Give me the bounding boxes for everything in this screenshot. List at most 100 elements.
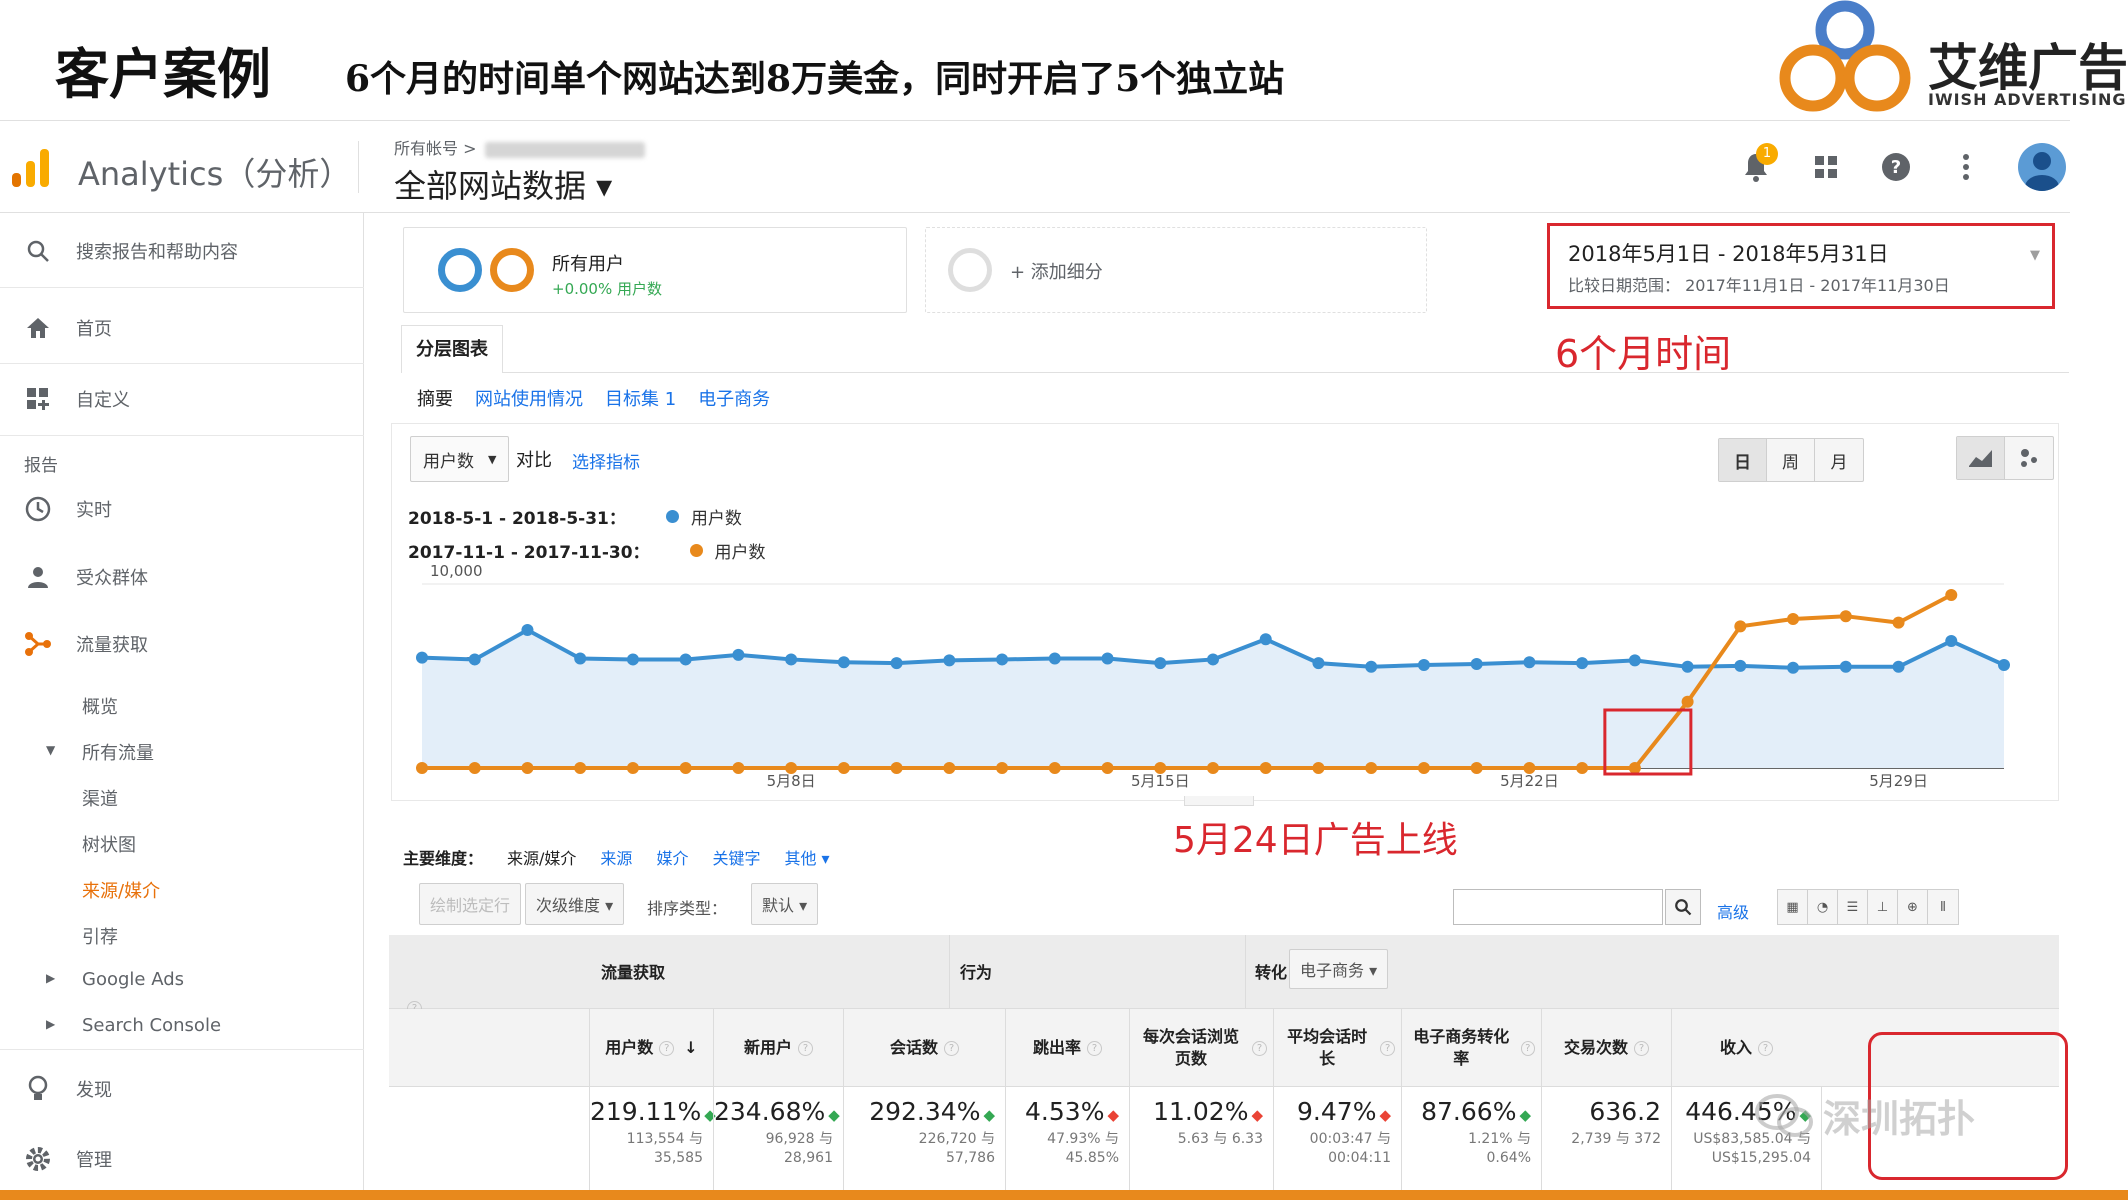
month-button[interactable]: 月 [1815, 439, 1863, 481]
expand-right-icon[interactable]: ▶ [46, 1017, 55, 1031]
data-point[interactable] [679, 762, 692, 774]
sidebar-sub-channels[interactable]: 渠道 [82, 785, 118, 811]
data-point[interactable] [1734, 620, 1747, 633]
dimension-other[interactable]: 其他 ▾ [784, 845, 829, 869]
help-hint-icon[interactable]: ? [1520, 1040, 1535, 1056]
apps-grid-icon[interactable] [1808, 149, 1844, 185]
data-point[interactable] [1365, 762, 1378, 774]
subtab-ecommerce[interactable]: 电子商务 [698, 385, 770, 411]
sidebar-item-home[interactable]: 首页 [0, 300, 364, 356]
more-vert-icon[interactable] [1948, 149, 1984, 185]
data-point[interactable] [679, 653, 692, 666]
data-point[interactable] [574, 652, 587, 665]
sidebar-item-realtime[interactable]: 实时 [0, 481, 364, 537]
segment-all-users[interactable]: 所有用户 +0.00% 用户数 [403, 227, 907, 313]
search-icon[interactable] [1665, 889, 1701, 925]
data-point[interactable] [416, 651, 428, 664]
sidebar-item-admin[interactable]: 管理 [0, 1131, 364, 1187]
term-cloud-view-icon[interactable]: ⊕ [1898, 890, 1928, 924]
help-hint-icon[interactable]: ? [1634, 1040, 1649, 1056]
data-point[interactable] [1470, 762, 1483, 774]
sort-type-select[interactable]: 默认 ▾ [751, 883, 819, 925]
week-button[interactable]: 周 [1767, 439, 1815, 481]
data-point[interactable] [943, 654, 956, 667]
data-point[interactable] [1417, 762, 1430, 774]
data-point[interactable] [1207, 653, 1219, 666]
data-point[interactable] [1576, 762, 1589, 774]
data-point[interactable] [1945, 589, 1958, 602]
sidebar-item-customization[interactable]: 自定义 [0, 371, 364, 427]
advanced-filter-link[interactable]: 高级 [1717, 899, 1749, 923]
column-avg-session-duration[interactable]: 平均会话时长? [1273, 1009, 1401, 1087]
add-segment-button[interactable]: + 添加细分 [925, 227, 1427, 313]
column-transactions[interactable]: 交易次数? [1541, 1009, 1671, 1087]
tab-explorer[interactable]: 分层图表 [401, 325, 503, 373]
data-point[interactable] [1945, 635, 1958, 648]
secondary-dimension-select[interactable]: 次级维度 ▾ [525, 883, 625, 925]
dimension-source-medium[interactable]: 来源/媒介 [507, 845, 576, 869]
data-point[interactable] [837, 656, 850, 669]
data-point[interactable] [890, 762, 903, 774]
data-point[interactable] [626, 762, 639, 774]
chart-collapse-handle[interactable] [1184, 796, 1254, 806]
motion-chart-icon[interactable] [2005, 437, 2053, 479]
help-hint-icon[interactable]: ? [1380, 1040, 1395, 1056]
column-pages-per-session[interactable]: 每次会话浏览页数? [1129, 1009, 1273, 1087]
data-point[interactable] [1365, 660, 1378, 673]
dimension-source[interactable]: 来源 [600, 845, 632, 869]
bar-view-icon[interactable]: ☰ [1838, 890, 1868, 924]
data-point[interactable] [468, 762, 481, 774]
expand-down-icon[interactable]: ▼ [46, 743, 55, 757]
data-point[interactable] [1998, 658, 2010, 671]
pivot-view-icon[interactable]: ⦀ [1928, 890, 1958, 924]
data-point[interactable] [996, 653, 1009, 666]
data-point[interactable] [890, 657, 903, 670]
data-point[interactable] [996, 762, 1009, 774]
sidebar-sub-search-console[interactable]: Search Console [82, 1015, 221, 1036]
subtab-goal-set[interactable]: 目标集 1 [605, 385, 676, 411]
data-point[interactable] [1839, 660, 1852, 673]
data-point[interactable] [521, 624, 534, 636]
data-point[interactable] [785, 653, 798, 666]
data-point[interactable] [1787, 612, 1800, 625]
data-point[interactable] [1523, 656, 1536, 669]
help-hint-icon[interactable]: ? [1087, 1040, 1102, 1056]
data-point[interactable] [1048, 762, 1061, 774]
data-point[interactable] [1892, 660, 1905, 673]
data-point[interactable] [1628, 762, 1641, 774]
data-point[interactable] [1048, 652, 1061, 665]
data-point[interactable] [1734, 659, 1747, 672]
data-point[interactable] [574, 762, 587, 774]
data-point[interactable] [1207, 762, 1219, 774]
data-point[interactable] [732, 648, 745, 661]
data-point[interactable] [1154, 657, 1167, 670]
subtab-site-usage[interactable]: 网站使用情况 [475, 385, 583, 411]
breadcrumb[interactable]: 所有帐号 > [394, 135, 645, 159]
subtab-summary[interactable]: 摘要 [417, 385, 453, 411]
sidebar-sub-source-medium[interactable]: 来源/媒介 [82, 877, 160, 903]
sidebar-search[interactable]: 搜索报告和帮助内容 [0, 223, 364, 279]
data-point[interactable] [1470, 658, 1483, 671]
help-icon[interactable]: ? [1878, 149, 1914, 185]
sidebar-sub-treemaps[interactable]: 树状图 [82, 831, 136, 857]
data-point[interactable] [626, 653, 639, 666]
metric-select[interactable]: 用户数 ▼ [410, 436, 510, 482]
expand-right-icon[interactable]: ▶ [46, 971, 55, 985]
column-ecommerce-conversion-rate[interactable]: 电子商务转化率? [1401, 1009, 1541, 1087]
data-point[interactable] [943, 762, 956, 774]
sidebar-item-acquisition[interactable]: 流量获取 [0, 616, 364, 672]
column-new-users[interactable]: 新用户? [713, 1009, 843, 1087]
data-point[interactable] [732, 762, 745, 774]
data-point[interactable] [1312, 657, 1325, 670]
data-point[interactable] [1101, 652, 1114, 665]
bell-icon[interactable]: 1 [1738, 143, 1778, 185]
select-metric-link[interactable]: 选择指标 [572, 448, 640, 473]
help-hint-icon[interactable]: ? [659, 1040, 675, 1056]
plot-rows-button[interactable]: 绘制选定行 [419, 883, 522, 925]
data-point[interactable] [1628, 654, 1641, 667]
sidebar-sub-referrals[interactable]: 引荐 [82, 923, 118, 949]
table-view-icon[interactable]: ▦ [1778, 890, 1808, 924]
sort-desc-icon[interactable]: ↓ [684, 1037, 697, 1059]
help-hint-icon[interactable]: ? [798, 1040, 813, 1056]
help-hint-icon[interactable]: ? [1758, 1040, 1773, 1056]
